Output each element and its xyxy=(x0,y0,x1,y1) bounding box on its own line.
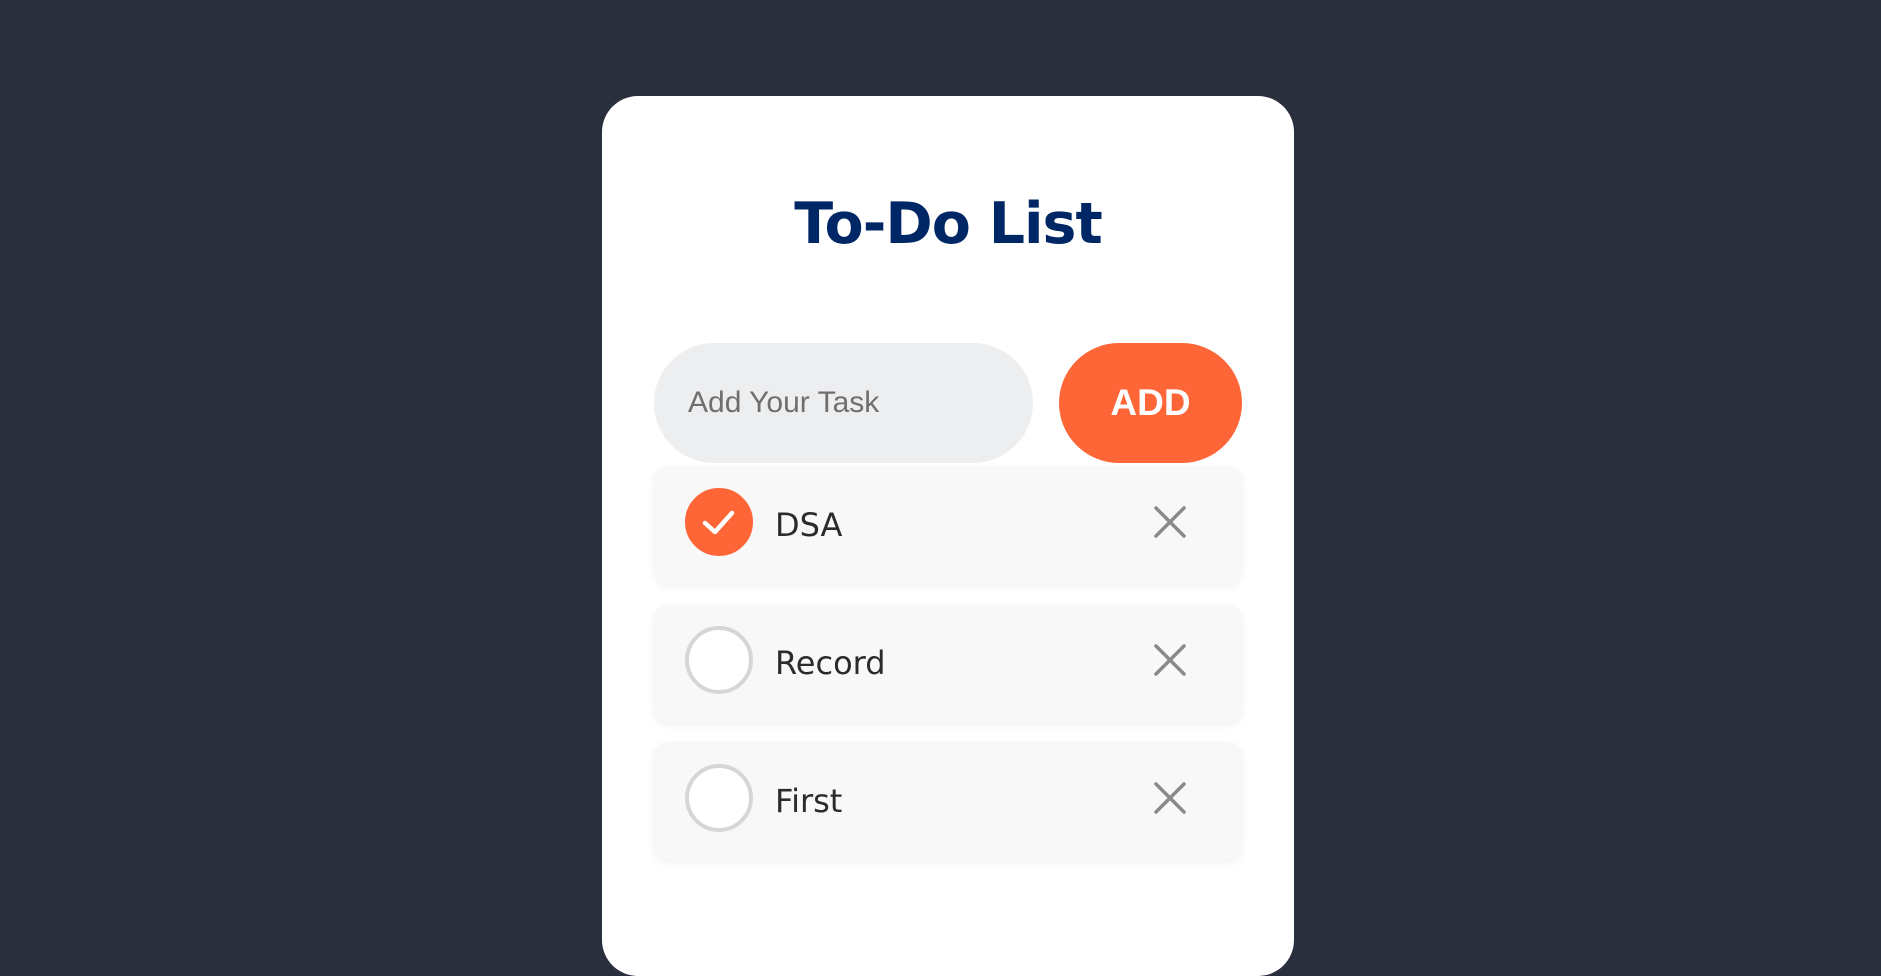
task-label: Record xyxy=(775,644,886,682)
task-checkbox[interactable] xyxy=(685,488,753,556)
task-input[interactable] xyxy=(654,343,1033,463)
close-icon[interactable] xyxy=(1150,502,1190,542)
add-task-row: ADD xyxy=(654,343,1242,463)
task-checkbox[interactable] xyxy=(685,764,753,832)
add-button[interactable]: ADD xyxy=(1059,343,1242,463)
task-checkbox[interactable] xyxy=(685,626,753,694)
close-icon[interactable] xyxy=(1150,778,1190,818)
task-label: DSA xyxy=(775,506,843,544)
task-label: First xyxy=(775,782,843,820)
task-item[interactable]: First xyxy=(654,742,1242,860)
check-icon xyxy=(702,510,735,535)
page-title: To-Do List xyxy=(794,191,1102,257)
close-icon[interactable] xyxy=(1150,640,1190,680)
task-item[interactable]: DSA xyxy=(654,466,1242,584)
task-item[interactable]: Record xyxy=(654,604,1242,722)
task-list: DSA Record First xyxy=(654,466,1242,880)
